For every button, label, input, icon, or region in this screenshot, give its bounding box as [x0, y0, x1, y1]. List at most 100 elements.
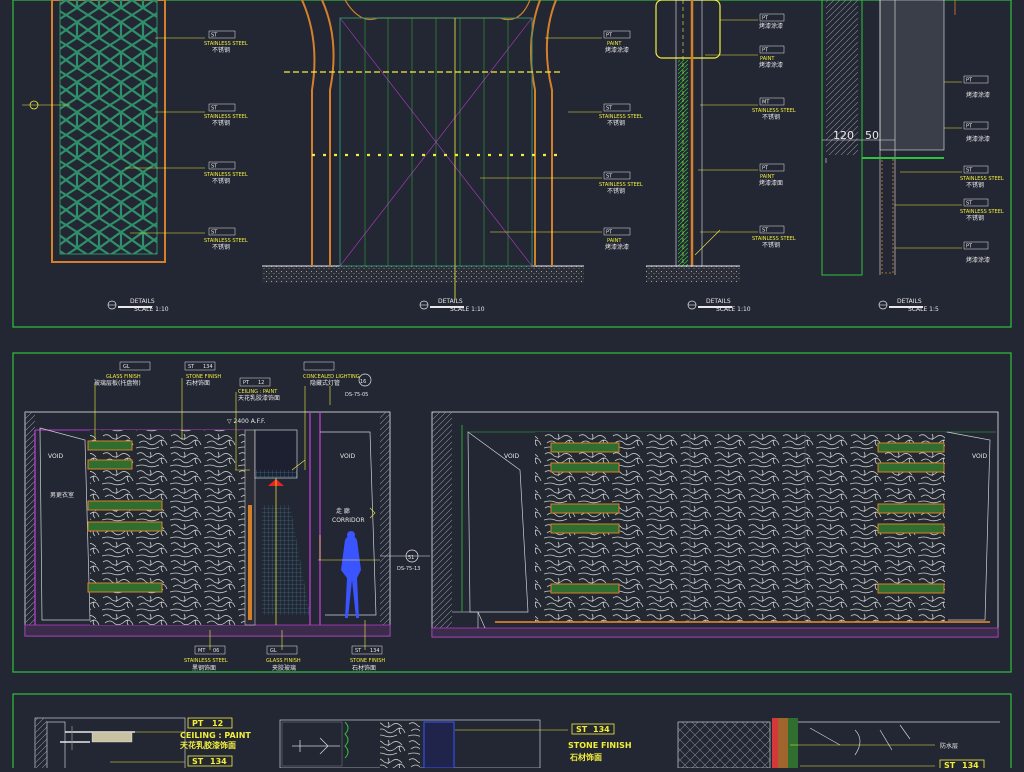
- svg-text:ST: ST: [211, 230, 218, 236]
- svg-text:MT: MT: [762, 100, 770, 106]
- svg-text:PT: PT: [243, 380, 250, 386]
- svg-text:50: 50: [865, 129, 879, 142]
- svg-text:STAINLESS STEEL: STAINLESS STEEL: [184, 658, 228, 664]
- svg-text:烤漆涂漆: 烤漆涂漆: [966, 135, 990, 143]
- svg-text:12: 12: [258, 380, 264, 386]
- svg-text:PT: PT: [762, 48, 769, 54]
- svg-text:PT: PT: [966, 244, 973, 250]
- section-elevation-right: VOID VOID: [431, 411, 999, 638]
- svg-text:51: 51: [408, 555, 414, 561]
- lattice-tags: ST STAINLESS STEEL 不锈钢 ST STAINLESS STEE…: [204, 30, 248, 251]
- svg-text:天花乳胶漆饰面: 天花乳胶漆饰面: [180, 740, 236, 750]
- cad-drawing-sheet: ST STAINLESS STEEL 不锈钢 ST STAINLESS STEE…: [0, 0, 1024, 772]
- svg-text:ST: ST: [355, 648, 362, 654]
- detail-labels: DETAILS SCALE 1:10 DETAILS SCALE 1:10 DE…: [107, 298, 939, 313]
- svg-text:DS-75-05: DS-75-05: [345, 392, 368, 398]
- arch-tags: PT PAINT 烤漆涂漆 ST STAINLESS STEEL 不锈钢 ST …: [599, 30, 643, 251]
- svg-text:DETAILS: DETAILS: [130, 298, 155, 305]
- svg-text:16: 16: [360, 379, 366, 385]
- arch-door-elevation: [262, 0, 602, 300]
- svg-text:不锈钢: 不锈钢: [762, 241, 780, 249]
- svg-text:烤漆涂漆: 烤漆涂漆: [966, 91, 990, 99]
- svg-text:烤漆涂漆: 烤漆涂漆: [966, 256, 990, 264]
- svg-text:烤漆涂漆: 烤漆涂漆: [759, 22, 783, 30]
- svg-text:天花乳胶漆饰面: 天花乳胶漆饰面: [238, 394, 280, 402]
- svg-text:不锈钢: 不锈钢: [607, 187, 625, 195]
- svg-text:不锈钢: 不锈钢: [966, 214, 984, 222]
- svg-text:烤漆漆面: 烤漆漆面: [759, 179, 783, 187]
- section-4-tags: PT 烤漆涂漆 PT 烤漆涂漆 ST STAINLESS STEEL 不锈钢 S…: [960, 75, 1004, 264]
- svg-text:DETAILS: DETAILS: [438, 298, 463, 305]
- svg-text:不锈钢: 不锈钢: [212, 177, 230, 185]
- cad-drawing: ST STAINLESS STEEL 不锈钢 ST STAINLESS STEE…: [12, 0, 1012, 772]
- svg-text:DETAILS: DETAILS: [897, 298, 922, 305]
- svg-text:VOID: VOID: [972, 453, 987, 460]
- svg-text:MT: MT: [198, 648, 206, 654]
- svg-text:石材饰面: 石材饰面: [186, 379, 210, 387]
- svg-text:ST: ST: [576, 725, 588, 734]
- svg-text:SCALE 1:10: SCALE 1:10: [716, 306, 751, 313]
- svg-text:DETAILS: DETAILS: [706, 298, 731, 305]
- svg-text:PT: PT: [966, 124, 973, 130]
- svg-text:SCALE 1:10: SCALE 1:10: [134, 306, 169, 313]
- lattice-screen-elevation: [22, 0, 205, 263]
- svg-text:PT: PT: [762, 16, 769, 22]
- svg-text:ST: ST: [211, 106, 218, 112]
- svg-text:GL: GL: [123, 364, 130, 370]
- svg-text:ST: ST: [192, 757, 204, 766]
- svg-text:PT: PT: [606, 33, 613, 39]
- svg-text:防水层: 防水层: [940, 742, 958, 750]
- panel-3-frame: [12, 693, 1012, 772]
- svg-text:DS-75-13: DS-75-13: [397, 566, 420, 572]
- svg-text:134: 134: [962, 761, 979, 768]
- section-elevation-left: ▽ 2400 A.F.F. VOID VOID 男更衣室 走 廊 CORRIDO…: [24, 373, 430, 650]
- svg-text:PT: PT: [762, 166, 769, 172]
- svg-text:CORRIDOR: CORRIDOR: [332, 517, 365, 524]
- svg-text:12: 12: [212, 719, 223, 728]
- svg-text:夹胶玻璃: 夹胶玻璃: [272, 664, 296, 672]
- svg-text:ST: ST: [211, 33, 218, 39]
- section-detail-4: 120 50: [821, 0, 962, 276]
- svg-text:不锈钢: 不锈钢: [212, 46, 230, 54]
- svg-text:ST: ST: [966, 201, 973, 207]
- svg-text:烤漆涂漆: 烤漆涂漆: [605, 243, 629, 251]
- svg-text:GLASS FINISH: GLASS FINISH: [266, 658, 301, 664]
- svg-text:玻璃层板(托盘物): 玻璃层板(托盘物): [94, 379, 141, 387]
- svg-text:走 廊: 走 廊: [336, 507, 350, 515]
- svg-text:SCALE 1:10: SCALE 1:10: [450, 306, 485, 313]
- svg-text:VOID: VOID: [48, 453, 63, 460]
- svg-text:不锈钢: 不锈钢: [607, 119, 625, 127]
- svg-text:134: 134: [203, 364, 213, 370]
- svg-text:黑钢饰面: 黑钢饰面: [192, 664, 216, 672]
- panel-3-tags: PT 12 CEILING : PAINT 天花乳胶漆饰面 ST 134 ST …: [180, 717, 985, 771]
- svg-text:PT: PT: [606, 230, 613, 236]
- svg-text:134: 134: [210, 757, 227, 766]
- section-detail-3: [646, 0, 758, 282]
- svg-text:烤漆涂漆: 烤漆涂漆: [759, 61, 783, 69]
- svg-text:ST: ST: [762, 228, 769, 234]
- svg-text:▽ 2400 A.F.F.: ▽ 2400 A.F.F.: [227, 418, 265, 425]
- svg-text:ST: ST: [211, 164, 218, 170]
- svg-text:石材饰面: 石材饰面: [352, 664, 376, 672]
- svg-text:120: 120: [833, 129, 854, 142]
- svg-text:不锈钢: 不锈钢: [212, 119, 230, 127]
- svg-text:PT: PT: [966, 78, 973, 84]
- svg-text:ST: ST: [944, 761, 956, 768]
- svg-text:不锈钢: 不锈钢: [762, 113, 780, 121]
- svg-text:STONE FINISH: STONE FINISH: [568, 741, 632, 750]
- svg-text:VOID: VOID: [504, 453, 519, 460]
- svg-text:ST: ST: [966, 168, 973, 174]
- svg-text:SCALE 1:5: SCALE 1:5: [908, 306, 939, 313]
- svg-text:ST: ST: [606, 174, 613, 180]
- svg-text:134: 134: [593, 725, 610, 734]
- svg-text:CEILING : PAINT: CEILING : PAINT: [180, 731, 251, 740]
- svg-text:ST: ST: [606, 106, 613, 112]
- section-3-tags: PT 烤漆涂漆 PT PAINT 烤漆涂漆 MT STAINLESS STEEL…: [752, 13, 796, 249]
- svg-text:隐藏式灯管: 隐藏式灯管: [310, 379, 340, 387]
- svg-text:GL: GL: [270, 648, 277, 654]
- svg-text:ST: ST: [188, 364, 195, 370]
- svg-text:石材饰面: 石材饰面: [569, 752, 602, 762]
- svg-text:男更衣室: 男更衣室: [50, 491, 74, 499]
- svg-text:烤漆涂漆: 烤漆涂漆: [605, 46, 629, 54]
- svg-text:不锈钢: 不锈钢: [966, 181, 984, 189]
